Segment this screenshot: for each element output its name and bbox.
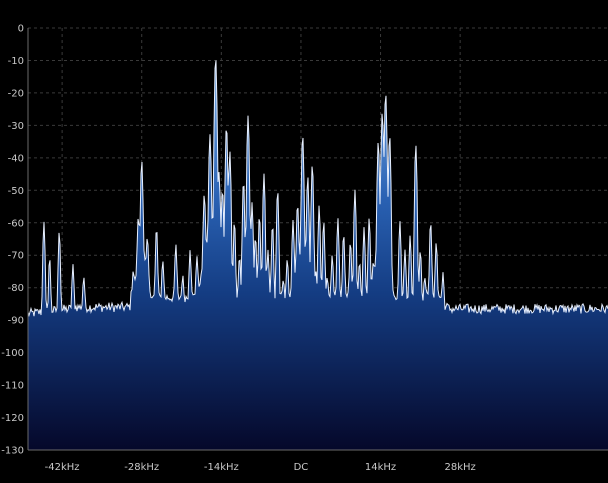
y-tick-label: -130 — [1, 446, 24, 457]
y-tick-label: -100 — [1, 348, 24, 359]
y-tick-label: -20 — [8, 88, 24, 99]
spectrum-chart: 0 -10 -20 -30 -40 -50 -60 -70 -80 -90 -100 -110 -120… — [0, 0, 608, 483]
x-tick-label: -14kHz — [204, 462, 239, 473]
y-tick-label: -120 — [1, 413, 24, 424]
y-tick-label: -30 — [8, 121, 24, 132]
x-tick-label: -28kHz — [124, 462, 159, 473]
x-tick-label: DC — [294, 462, 309, 473]
y-tick-label: -110 — [1, 381, 24, 392]
y-tick-label: -40 — [8, 153, 24, 164]
y-tick-label: -80 — [8, 283, 24, 294]
x-tick-label: 14kHz — [365, 462, 396, 473]
x-tick-label: 28kHz — [445, 462, 476, 473]
y-tick-label: 0 — [18, 24, 24, 35]
y-tick-label: -90 — [8, 316, 24, 327]
y-tick-label: -60 — [8, 218, 24, 229]
y-tick-label: -10 — [8, 56, 24, 67]
y-tick-label: -70 — [8, 251, 24, 262]
y-tick-label: -50 — [8, 186, 24, 197]
x-tick-label: -42kHz — [45, 462, 80, 473]
